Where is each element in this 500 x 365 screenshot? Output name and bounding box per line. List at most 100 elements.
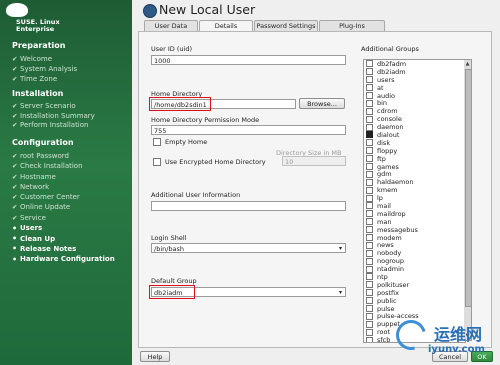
group-checkbox[interactable] <box>366 194 373 202</box>
login-shell-select[interactable]: /bin/bash ▾ <box>151 243 346 253</box>
group-list-item[interactable]: ntp <box>364 273 465 281</box>
group-list-item[interactable]: bin <box>364 99 465 107</box>
group-list-item[interactable]: nogroup <box>364 257 465 265</box>
group-list-item[interactable]: news <box>364 241 465 249</box>
group-checkbox[interactable] <box>366 265 373 273</box>
group-checkbox[interactable] <box>366 76 373 84</box>
additional-groups-list[interactable]: db2fadm db2iadm users at audio bin cdrom consol… <box>363 59 466 343</box>
permission-input[interactable]: 755 <box>151 125 346 135</box>
group-name: nobody <box>377 249 402 258</box>
group-list-item[interactable]: pulse <box>364 305 465 313</box>
group-checkbox[interactable] <box>366 84 373 92</box>
group-list-item[interactable]: ftp <box>364 155 465 163</box>
group-list-item[interactable]: kmem <box>364 186 465 194</box>
encrypted-home-box[interactable] <box>153 158 161 166</box>
group-list-item[interactable]: daemon <box>364 123 465 131</box>
group-checkbox[interactable] <box>366 155 373 163</box>
group-checkbox[interactable] <box>366 178 373 186</box>
group-list-item[interactable]: users <box>364 76 465 84</box>
group-checkbox[interactable] <box>366 68 373 76</box>
group-list-item[interactable]: cdrom <box>364 107 465 115</box>
uid-input[interactable]: 1000 <box>151 55 346 65</box>
group-list-item[interactable]: ntadmin <box>364 265 465 273</box>
group-checkbox[interactable] <box>366 60 373 68</box>
group-list-item[interactable]: maildrop <box>364 210 465 218</box>
group-checkbox[interactable] <box>366 312 373 320</box>
group-checkbox[interactable] <box>366 218 373 226</box>
browse-button[interactable]: Browse... <box>299 98 345 109</box>
dir-size-spinbox: 10 <box>282 156 346 166</box>
sidebar-step-label: Check Installation <box>20 162 83 171</box>
group-checkbox[interactable] <box>366 297 373 305</box>
group-list-item[interactable]: db2iadm <box>364 68 465 76</box>
empty-home-checkbox[interactable]: Empty Home <box>153 138 207 146</box>
groups-scrollbar[interactable]: ▲ ▼ <box>464 59 472 341</box>
group-checkbox[interactable] <box>366 273 373 281</box>
group-list-item[interactable]: games <box>364 163 465 171</box>
group-list-item[interactable]: console <box>364 115 465 123</box>
group-list-item[interactable]: dialout <box>364 131 465 139</box>
group-checkbox[interactable] <box>366 131 373 139</box>
empty-home-box[interactable] <box>153 138 161 146</box>
group-list-item[interactable]: disk <box>364 139 465 147</box>
group-list-item[interactable]: messagebus <box>364 226 465 234</box>
group-checkbox[interactable] <box>366 99 373 107</box>
group-list-item[interactable]: man <box>364 218 465 226</box>
group-list-item[interactable]: floppy <box>364 147 465 155</box>
sidebar-step-label: Users <box>20 224 43 233</box>
checkmark-icon: ✔ <box>12 102 18 110</box>
additional-info-input[interactable] <box>151 201 346 211</box>
group-checkbox[interactable] <box>366 305 373 313</box>
suse-brand: SUSE. Linux Enterprise <box>4 3 124 43</box>
group-checkbox[interactable] <box>366 320 373 328</box>
group-checkbox[interactable] <box>366 147 373 155</box>
group-list-item[interactable]: audio <box>364 92 465 100</box>
group-checkbox[interactable] <box>366 170 373 178</box>
scroll-up-icon[interactable]: ▲ <box>464 60 471 68</box>
group-list-item[interactable]: lp <box>364 194 465 202</box>
group-list-item[interactable]: at <box>364 84 465 92</box>
dialog-title: New Local User <box>159 2 256 17</box>
tab-plug-ins[interactable]: Plug-Ins <box>319 20 385 31</box>
group-list-item[interactable]: db2fadm <box>364 60 465 68</box>
group-list-item[interactable]: postfix <box>364 289 465 297</box>
group-name: sfcb <box>377 336 391 343</box>
group-checkbox[interactable] <box>366 281 373 289</box>
group-checkbox[interactable] <box>366 241 373 249</box>
group-checkbox[interactable] <box>366 139 373 147</box>
group-checkbox[interactable] <box>366 234 373 242</box>
group-checkbox[interactable] <box>366 202 373 210</box>
group-checkbox[interactable] <box>366 107 373 115</box>
group-checkbox[interactable] <box>366 92 373 99</box>
group-list-item[interactable]: nobody <box>364 249 465 257</box>
group-checkbox[interactable] <box>366 289 373 297</box>
group-list-item[interactable]: haldaemon <box>364 178 465 186</box>
group-list-item[interactable]: gdm <box>364 170 465 178</box>
group-checkbox[interactable] <box>366 163 373 171</box>
tab-user-data[interactable]: User Data <box>144 20 198 31</box>
scroll-thumb[interactable] <box>465 69 472 307</box>
group-list-item[interactable]: polkituser <box>364 281 465 289</box>
group-checkbox[interactable] <box>366 257 373 265</box>
sidebar-step: ✔ Service <box>12 214 46 222</box>
group-name: bin <box>377 99 388 108</box>
group-list-item[interactable]: mail <box>364 202 465 210</box>
uid-label: User ID (uid) <box>151 45 192 53</box>
group-checkbox[interactable] <box>366 186 373 194</box>
group-checkbox[interactable] <box>366 226 373 234</box>
group-checkbox[interactable] <box>366 328 373 336</box>
group-name: ftp <box>377 154 386 163</box>
group-checkbox[interactable] <box>366 249 373 257</box>
group-checkbox[interactable] <box>366 210 373 218</box>
sidebar-step: • Clean Up <box>12 234 55 243</box>
group-checkbox[interactable] <box>366 115 373 123</box>
group-checkbox[interactable] <box>366 336 373 342</box>
group-list-item[interactable]: public <box>364 297 465 305</box>
help-button[interactable]: Help <box>140 351 170 362</box>
sidebar-step-label: Clean Up <box>20 234 56 243</box>
tab-password-settings[interactable]: Password Settings <box>254 20 318 31</box>
encrypted-home-checkbox[interactable]: Use Encrypted Home Directory <box>153 158 266 166</box>
group-name: dialout <box>377 130 400 139</box>
group-checkbox[interactable] <box>366 123 373 131</box>
group-list-item[interactable]: modem <box>364 234 465 242</box>
